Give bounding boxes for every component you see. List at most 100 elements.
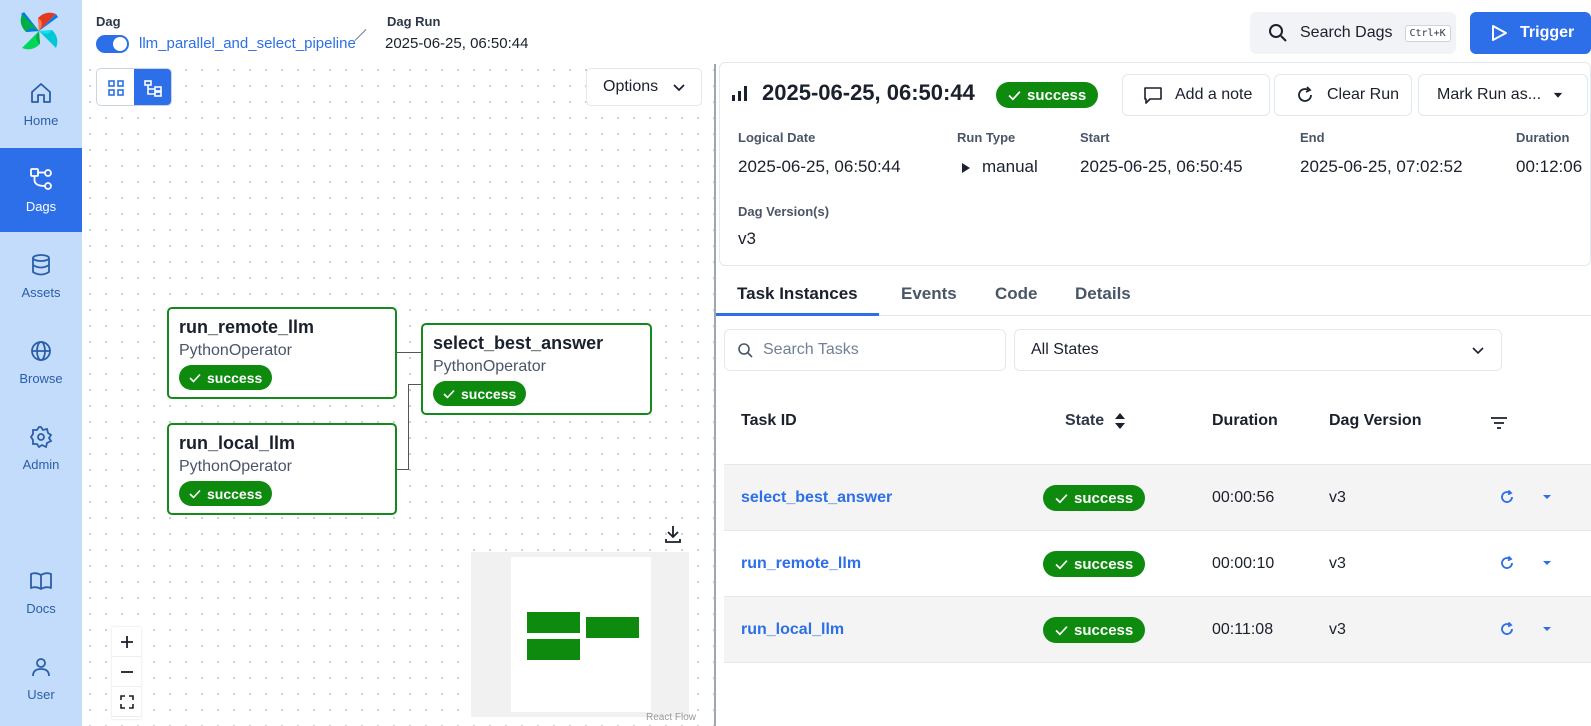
- sidebar-item-browse[interactable]: Browse: [0, 320, 82, 404]
- check-icon: [1055, 493, 1068, 504]
- tab-task-instances[interactable]: Task Instances: [737, 284, 858, 304]
- column-header-dag-version[interactable]: Dag Version: [1329, 412, 1421, 430]
- graph-minimap[interactable]: [471, 552, 689, 717]
- search-dags-button[interactable]: Search Dags Ctrl+K: [1250, 12, 1456, 54]
- task-id-link[interactable]: select_best_answer: [741, 465, 892, 531]
- minimap-node: [527, 612, 580, 633]
- clear-task-icon[interactable]: [1499, 621, 1515, 637]
- states-filter-select[interactable]: All States: [1014, 329, 1502, 371]
- dag-crumb-label: Dag: [96, 14, 121, 29]
- play-icon: [1492, 25, 1507, 41]
- search-tasks-input[interactable]: [763, 341, 993, 359]
- node-operator: PythonOperator: [179, 342, 292, 359]
- column-header-label: State: [1065, 412, 1105, 429]
- duration-label: Duration: [1516, 130, 1570, 145]
- run-type-text: manual: [982, 157, 1038, 176]
- run-title-text: 2025-06-25, 06:50:44: [762, 80, 975, 105]
- minus-icon: [120, 670, 133, 673]
- zoom-in-button[interactable]: [112, 627, 141, 657]
- download-icon[interactable]: [663, 524, 683, 544]
- minimap-node: [527, 639, 580, 660]
- react-flow-attribution[interactable]: React Flow: [646, 712, 696, 723]
- check-icon: [189, 373, 201, 383]
- task-node-select-best-answer[interactable]: select_best_answer PythonOperator succes…: [421, 323, 652, 415]
- check-icon: [189, 489, 201, 499]
- mark-run-as-button[interactable]: Mark Run as...: [1418, 74, 1588, 116]
- status-badge: success: [179, 481, 273, 506]
- tab-events[interactable]: Events: [901, 284, 957, 304]
- run-title: 2025-06-25, 06:50:44: [730, 80, 975, 106]
- sidebar-item-home[interactable]: Home: [0, 62, 82, 146]
- sidebar-item-admin[interactable]: Admin: [0, 406, 82, 490]
- status-text: success: [207, 369, 263, 386]
- logical-date-label: Logical Date: [738, 130, 816, 145]
- state-cell: success: [1043, 465, 1146, 531]
- dags-icon: [30, 167, 52, 190]
- edge-remote-to-select: [394, 352, 422, 353]
- column-header-task-id[interactable]: Task ID: [741, 412, 797, 430]
- states-selected-value: All States: [1031, 341, 1099, 358]
- airflow-logo[interactable]: [18, 10, 60, 52]
- mark-run-label: Mark Run as...: [1437, 86, 1542, 103]
- sidebar-item-label: Dags: [25, 198, 57, 214]
- book-icon: [30, 571, 52, 590]
- trigger-button[interactable]: Trigger: [1470, 12, 1591, 54]
- sidebar-item-docs[interactable]: Docs: [0, 550, 82, 634]
- caret-down-icon[interactable]: [1539, 621, 1555, 637]
- dag-version-value: v3: [738, 229, 756, 248]
- status-badge: success: [433, 381, 527, 406]
- tab-details[interactable]: Details: [1075, 284, 1131, 304]
- duration-value: 00:12:06: [1516, 157, 1583, 176]
- edge-local-to-select-join: [408, 384, 422, 385]
- add-note-button[interactable]: Add a note: [1122, 74, 1270, 116]
- search-tasks-field[interactable]: [724, 329, 1006, 371]
- start-label: Start: [1080, 130, 1110, 145]
- user-icon: [32, 657, 50, 676]
- node-title: select_best_answer: [433, 333, 604, 353]
- tab-code[interactable]: Code: [995, 284, 1038, 304]
- dag-version-cell: v3: [1329, 489, 1346, 506]
- grid-view-button[interactable]: [97, 69, 134, 105]
- node-operator: PythonOperator: [433, 358, 546, 375]
- edge-local-to-select-vertical: [408, 384, 409, 470]
- panel-resize-handle[interactable]: [714, 64, 716, 726]
- dag-version-cell: v3: [1329, 555, 1346, 572]
- filter-columns-icon[interactable]: [1490, 414, 1508, 432]
- check-icon: [1008, 90, 1021, 101]
- zoom-out-button[interactable]: [112, 657, 141, 687]
- task-node-run-remote-llm[interactable]: run_remote_llm PythonOperator success: [167, 307, 397, 399]
- sidebar-item-user[interactable]: User: [0, 636, 82, 720]
- graph-icon: [143, 80, 162, 97]
- caret-down-icon[interactable]: [1539, 489, 1555, 505]
- dag-run-crumb-label: Dag Run: [387, 14, 441, 29]
- dag-pause-toggle[interactable]: [96, 35, 129, 53]
- duration-cell: 00:00:56: [1212, 489, 1275, 506]
- start-value: 2025-06-25, 06:50:45: [1080, 157, 1243, 176]
- task-id-link[interactable]: run_remote_llm: [741, 531, 861, 597]
- sidebar-item-dags[interactable]: Dags: [0, 148, 82, 232]
- grid-icon: [107, 80, 124, 96]
- fit-view-button[interactable]: [112, 687, 141, 717]
- sidebar-item-assets[interactable]: Assets: [0, 234, 82, 318]
- fullscreen-icon: [119, 694, 134, 709]
- caret-down-icon[interactable]: [1539, 555, 1555, 571]
- dag-name-link[interactable]: llm_parallel_and_select_pipeline: [139, 35, 356, 52]
- clear-task-icon[interactable]: [1499, 555, 1515, 571]
- task-node-run-local-llm[interactable]: run_local_llm PythonOperator success: [167, 423, 397, 515]
- dag-version-cell: v3: [1329, 621, 1346, 638]
- column-header-duration[interactable]: Duration: [1212, 412, 1278, 430]
- run-type-label: Run Type: [957, 130, 1016, 145]
- clear-task-icon[interactable]: [1499, 489, 1515, 505]
- task-id-link[interactable]: run_local_llm: [741, 597, 844, 663]
- column-header-state[interactable]: State: [1065, 412, 1126, 430]
- add-note-label: Add a note: [1175, 86, 1253, 103]
- minimap-viewport: [511, 557, 651, 712]
- graph-view-button[interactable]: [134, 69, 171, 105]
- database-icon: [32, 253, 50, 275]
- clear-run-button[interactable]: Clear Run: [1274, 74, 1412, 116]
- sidebar-item-label: Admin: [22, 456, 60, 472]
- sidebar: Home Dags Assets Browse Admin Docs User: [0, 0, 82, 726]
- table-row: run_remote_llm success 00:00:10 v3: [724, 530, 1591, 596]
- sidebar-item-label: Docs: [26, 600, 56, 616]
- graph-options-button[interactable]: Options: [586, 68, 702, 106]
